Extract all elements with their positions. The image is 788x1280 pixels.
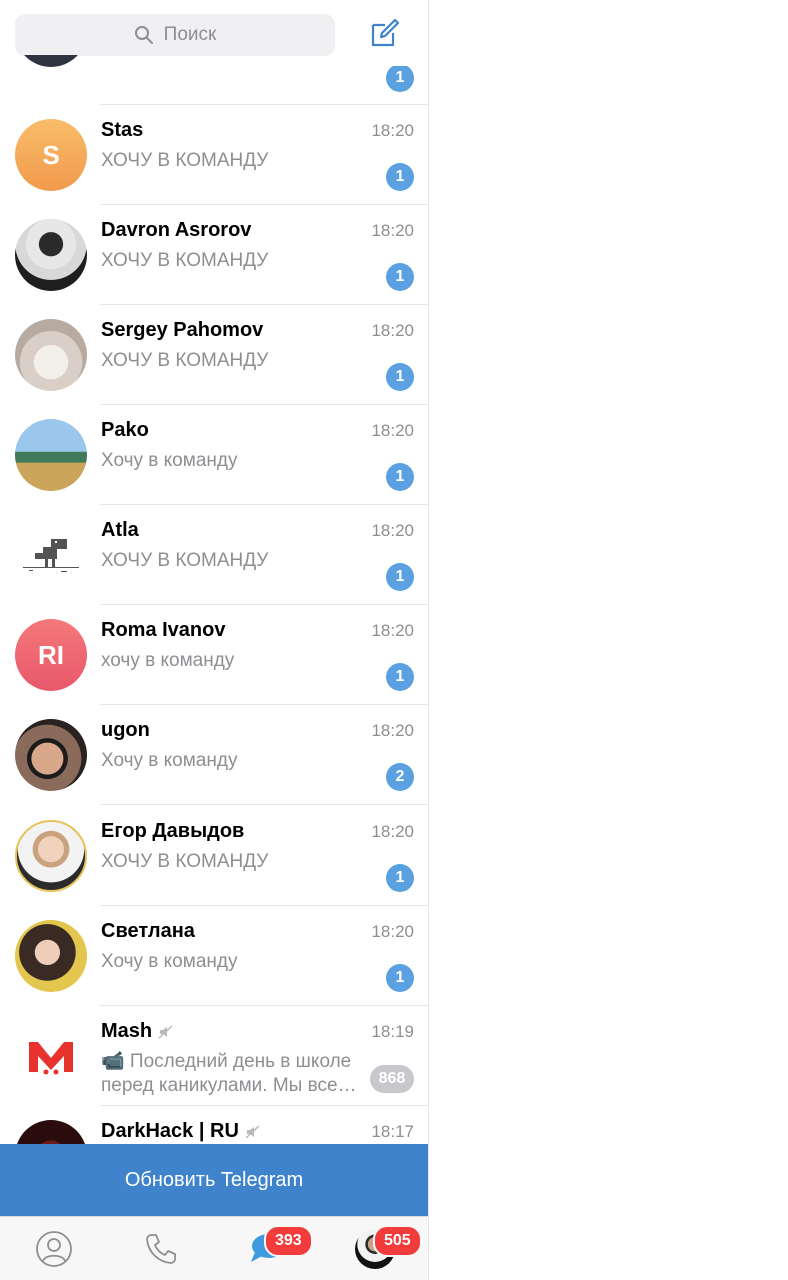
update-telegram-button[interactable]: Обновить Telegram [0,1144,428,1216]
unread-badge: 1 [386,663,414,691]
unread-badge: 1 [386,363,414,391]
chat-row[interactable]: Sergey Pahomov 18:20 ХОЧУ В КОМАНДУ 1 [0,305,428,405]
muted-speaker-icon [245,1124,260,1139]
chat-preview: Хочу в команду [101,951,238,972]
chat-name: Светлана [101,920,195,943]
chat-row[interactable]: RI Roma Ivanov 18:20 хочу в команду 1 [0,605,428,705]
chat-name: ugon [101,719,150,742]
chat-time: 18:17 [371,1122,414,1141]
unread-badge: 1 [386,864,414,892]
unread-badge: 1 [386,463,414,491]
chat-name-text: Pako [101,419,149,441]
detail-pane [429,0,788,1280]
chat-name-text: DarkHack | RU [101,1120,239,1142]
compose-icon [371,18,400,47]
chat-preview: ХОЧУ В КОМАНДУ [101,250,269,271]
tab-settings[interactable]: 505 [321,1217,428,1280]
mash-logo [15,1020,87,1092]
unread-badge: 868 [370,1065,414,1093]
chat-row[interactable]: Pako 18:20 Хочу в команду 1 [0,405,428,505]
avatar [15,55,87,67]
chat-name-text: ugon [101,719,150,741]
chat-row[interactable]: S Stas 18:20 ХОЧУ В КОМАНДУ 1 [0,105,428,205]
chat-row[interactable]: Mash 18:19 📹 Последний день в школе пере… [0,1006,428,1106]
chat-name: Mash [101,1020,174,1043]
tab-contacts[interactable] [0,1217,107,1280]
chat-row[interactable]: Davron Asrorov 18:20 ХОЧУ В КОМАНДУ 1 [0,205,428,305]
chat-preview: ХОЧУ В КОМАНДУ [101,851,269,872]
chat-list-pane: 1 S Stas 18:20 ХОЧУ В КОМАНДУ 1 Davron A… [0,0,428,1280]
chat-preview: хочу в команду [101,650,235,671]
chat-row[interactable]: Atla 18:20 ХОЧУ В КОМАНДУ 1 [0,505,428,605]
search-input[interactable]: Поиск [15,14,335,56]
chat-preview: 📹 Последний день в школе перед каникулам… [101,1051,357,1096]
chat-name-text: Mash [101,1020,153,1042]
chat-preview: ХОЧУ В КОМАНДУ [101,350,269,371]
search-placeholder: Поиск [163,24,217,45]
avatar [15,920,87,992]
chat-preview: ХОЧУ В КОМАНДУ [101,150,269,171]
avatar [15,219,87,291]
chat-name-text: Светлана [101,920,195,942]
chat-name-text: Егор Давыдов [101,820,245,842]
avatar-peek [15,55,87,67]
search-icon [134,26,153,44]
avatar: S [15,119,87,191]
chat-time: 18:20 [371,221,414,240]
unread-badge: 2 [386,763,414,791]
unread-badge: 1 [386,163,414,191]
tab-calls[interactable] [107,1217,214,1280]
tab-badge: 393 [264,1225,313,1257]
row-divider [100,804,428,805]
avatar [15,319,87,391]
chat-time: 18:20 [371,321,414,340]
chat-name: Roma Ivanov [101,619,225,642]
muted-speaker-icon [158,1024,173,1039]
chat-name-text: Roma Ivanov [101,619,226,641]
chat-name-text: Davron Asrorov [101,219,252,241]
chat-row[interactable]: Светлана 18:20 Хочу в команду 1 [0,906,428,1006]
chat-preview: Хочу в команду [101,450,238,471]
chat-name: Sergey Pahomov [101,319,263,342]
chat-time: 18:19 [371,1022,414,1041]
chat-row[interactable]: ugon 18:20 Хочу в команду 2 [0,705,428,805]
chat-time: 18:20 [371,521,414,540]
chat-preview: ХОЧУ В КОМАНДУ [101,550,269,571]
avatar [15,820,87,892]
chat-name: Егор Давыдов [101,820,244,843]
chat-time: 18:20 [371,922,414,941]
chat-name: Stas [101,119,143,142]
avatar: RI [15,619,87,691]
unread-badge: 1 [386,64,414,92]
phone-icon [145,1234,176,1264]
chat-preview: Хочу в команду [101,750,238,771]
chat-name-text: Atla [101,519,139,541]
unread-badge: 1 [386,964,414,992]
chat-name-text: Sergey Pahomov [101,319,264,341]
chat-time: 18:20 [371,822,414,841]
chat-time: 18:20 [371,121,414,140]
chat-row[interactable]: Егор Давыдов 18:20 ХОЧУ В КОМАНДУ 1 [0,806,428,906]
avatar [15,719,87,791]
chat-time: 18:20 [371,621,414,640]
chat-time: 18:20 [371,721,414,740]
compose-button[interactable] [366,14,404,52]
person-circle-icon [35,1231,72,1267]
tab-badge: 505 [373,1225,422,1257]
unread-badge: 1 [386,263,414,291]
chat-name-text: Stas [101,119,144,141]
header: Поиск [0,0,428,67]
avatar [15,419,87,491]
chat-name: Davron Asrorov [101,219,251,242]
chat-time: 18:20 [371,421,414,440]
chat-name: DarkHack | RU [101,1120,261,1143]
unread-badge: 1 [386,563,414,591]
dino-icon [15,519,87,591]
tab-chats[interactable]: 393 [214,1217,321,1280]
chat-name: Pako [101,419,149,442]
chat-name: Atla [101,519,139,542]
tab-bar: 393 505 [0,1216,428,1280]
